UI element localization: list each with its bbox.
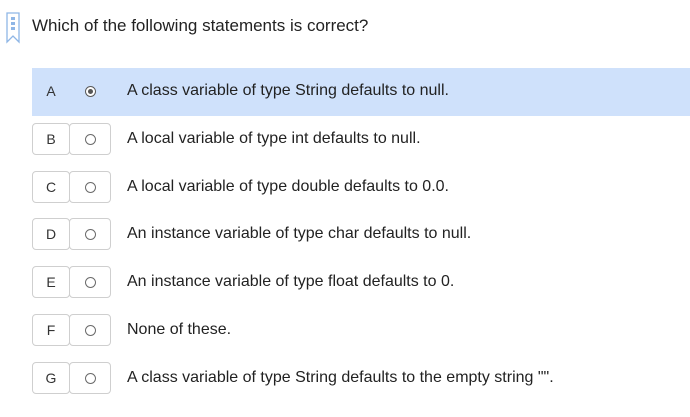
radio-box[interactable] <box>69 314 111 346</box>
option-c[interactable]: C A local variable of type double defaul… <box>32 164 690 212</box>
question-header: Which of the following statements is cor… <box>0 0 690 56</box>
radio-box[interactable] <box>69 266 111 298</box>
radio-button[interactable] <box>84 372 96 384</box>
radio-box[interactable] <box>69 362 111 394</box>
question-text: Which of the following statements is cor… <box>32 16 369 35</box>
option-text: A class variable of type String defaults… <box>127 82 449 99</box>
radio-box[interactable] <box>69 123 111 155</box>
radio-box[interactable] <box>69 171 111 203</box>
option-text: An instance variable of type char defaul… <box>127 225 472 242</box>
bookmark-icon[interactable] <box>6 12 20 44</box>
option-e[interactable]: E An instance variable of type float def… <box>32 259 690 307</box>
option-b[interactable]: B A local variable of type int defaults … <box>32 116 690 164</box>
radio-button[interactable] <box>84 133 96 145</box>
option-g[interactable]: G A class variable of type String defaul… <box>32 355 690 403</box>
option-a[interactable]: A A class variable of type String defaul… <box>32 68 690 116</box>
radio-button[interactable] <box>84 324 96 336</box>
radio-button-checked[interactable] <box>84 85 96 97</box>
radio-button[interactable] <box>84 181 96 193</box>
option-text: A local variable of type int defaults to… <box>127 130 421 147</box>
option-letter: G <box>32 362 70 394</box>
option-text: None of these. <box>127 321 232 338</box>
option-letter: C <box>32 171 70 203</box>
option-f[interactable]: F None of these. <box>32 307 690 355</box>
radio-box[interactable] <box>69 218 111 250</box>
option-letter: E <box>32 266 70 298</box>
radio-box[interactable] <box>69 75 111 107</box>
option-letter: F <box>32 314 70 346</box>
option-text: An instance variable of type float defau… <box>127 273 455 290</box>
option-letter: B <box>32 123 70 155</box>
radio-button[interactable] <box>84 276 96 288</box>
option-letter: D <box>32 218 70 250</box>
radio-button[interactable] <box>84 228 96 240</box>
option-letter: A <box>46 83 56 99</box>
option-text: A class variable of type String defaults… <box>127 369 554 386</box>
option-text: A local variable of type double defaults… <box>127 178 449 195</box>
option-d[interactable]: D An instance variable of type char defa… <box>32 211 690 259</box>
